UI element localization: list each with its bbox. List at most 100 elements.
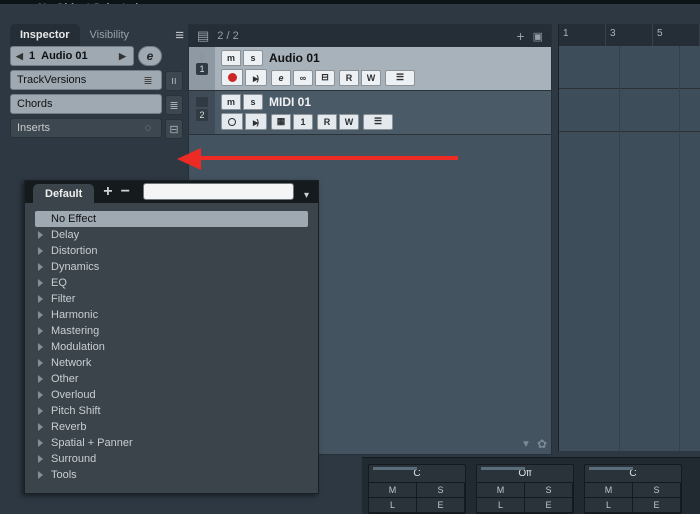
insert-effect-popup: Default + − ▾ No Effect DelayDistortionDy…	[24, 180, 319, 494]
plugin-category-label: Spatial + Panner	[51, 437, 133, 449]
inspector-menu-icon[interactable]: ≡	[171, 27, 188, 44]
list-view-icon[interactable]: ▤	[197, 28, 209, 44]
channel-pan[interactable]: Off	[477, 465, 573, 483]
channel-strip[interactable]: Off MS LE	[476, 464, 574, 514]
plugin-category-label: EQ	[51, 277, 67, 289]
track-name[interactable]: Audio 01	[269, 51, 320, 65]
mute-button[interactable]: M	[476, 482, 525, 498]
arrangement-area[interactable]	[558, 46, 700, 451]
gear-icon[interactable]: ✿	[537, 437, 547, 451]
section-track-versions[interactable]: TrackVersions ≣ ιı	[10, 70, 162, 90]
add-track-icon[interactable]: +	[516, 28, 524, 44]
track-row[interactable]: 2 m s MIDI 01 ▦ 1	[189, 91, 551, 135]
lane-toggle-button[interactable]: ☰	[385, 70, 415, 86]
ruler-mark: 3	[606, 24, 653, 46]
track-number-badge: 1	[196, 63, 207, 75]
read-automation-button[interactable]: R	[317, 114, 337, 130]
expand-triangle-icon	[38, 455, 43, 463]
listen-button[interactable]: L	[368, 497, 417, 513]
mute-button[interactable]: m	[221, 94, 241, 110]
plugin-category-item[interactable]: Harmonic	[35, 307, 308, 323]
edit-channel-button[interactable]: e	[271, 70, 291, 86]
solo-button[interactable]: s	[243, 94, 263, 110]
track-versions-sidebutton[interactable]: ιı	[165, 71, 183, 91]
track-number-badge: 2	[196, 109, 207, 121]
plugin-search-input[interactable]	[143, 183, 294, 200]
lane-grid-button[interactable]: ▦	[271, 114, 291, 130]
expand-triangle-icon	[38, 439, 43, 447]
chords-sidebutton[interactable]: ≣	[165, 95, 183, 115]
insert-bypass-button[interactable]: ∞	[293, 70, 313, 86]
track-row[interactable]: 1 m s Audio 01 e ∞	[189, 47, 551, 91]
tab-inspector[interactable]: Inspector	[10, 24, 80, 46]
channel-pan[interactable]: C	[369, 465, 465, 483]
lower-zone: C MS LE Off MS LE C MS LE	[362, 457, 700, 514]
plugin-category-item[interactable]: Dynamics	[35, 259, 308, 275]
plugin-category-item[interactable]: EQ	[35, 275, 308, 291]
edit-button[interactable]: E	[524, 497, 573, 513]
section-inserts[interactable]: Inserts ◌ ⊟	[10, 118, 162, 138]
plugin-category-item[interactable]: No Effect	[35, 211, 308, 227]
channel-pan[interactable]: C	[585, 465, 681, 483]
remove-preset-icon[interactable]: −	[118, 183, 133, 203]
plugin-category-item[interactable]: Tools	[35, 467, 308, 483]
monitor-button[interactable]	[245, 113, 267, 130]
write-automation-button[interactable]: W	[339, 114, 359, 130]
plugin-category-label: No Effect	[51, 213, 96, 225]
chevron-down-icon[interactable]: ▼	[521, 439, 531, 450]
read-automation-button[interactable]: R	[339, 70, 359, 86]
plugin-category-item[interactable]: Modulation	[35, 339, 308, 355]
edit-button[interactable]: E	[416, 497, 465, 513]
add-preset-icon[interactable]: +	[100, 183, 115, 203]
plugin-category-item[interactable]: Reverb	[35, 419, 308, 435]
plugin-category-item[interactable]: Delay	[35, 227, 308, 243]
plugin-category-item[interactable]: Network	[35, 355, 308, 371]
listen-button[interactable]: L	[476, 497, 525, 513]
plugin-category-item[interactable]: Mastering	[35, 323, 308, 339]
lane-number-button[interactable]: 1	[293, 114, 313, 130]
solo-button[interactable]: s	[243, 50, 263, 66]
inserts-bypass-icon[interactable]: ◌	[141, 121, 155, 135]
edit-button[interactable]: E	[632, 497, 681, 513]
mute-button[interactable]: M	[368, 482, 417, 498]
track-name-field[interactable]: ◀ 1 Audio 01 ▶	[10, 46, 134, 66]
plugin-category-item[interactable]: Overloud	[35, 387, 308, 403]
freeze-button[interactable]: ⊟	[315, 70, 335, 86]
channel-strip[interactable]: C MS LE	[368, 464, 466, 514]
chevron-right-icon[interactable]: ▶	[119, 51, 128, 62]
expand-triangle-icon	[38, 263, 43, 271]
expand-triangle-icon	[38, 471, 43, 479]
timeline-ruler[interactable]: 1 3 5	[558, 24, 700, 46]
solo-button[interactable]: S	[416, 482, 465, 498]
tab-visibility[interactable]: Visibility	[80, 24, 140, 46]
record-enable-button[interactable]	[221, 113, 243, 130]
section-chords[interactable]: Chords ≣	[10, 94, 162, 114]
inserts-sidebutton[interactable]: ⊟	[165, 119, 183, 139]
mute-button[interactable]: M	[584, 482, 633, 498]
solo-button[interactable]: S	[524, 482, 573, 498]
write-automation-button[interactable]: W	[361, 70, 381, 86]
plugin-category-item[interactable]: Spatial + Panner	[35, 435, 308, 451]
search-dropdown-icon[interactable]: ▾	[304, 190, 318, 203]
listen-button[interactable]: L	[584, 497, 633, 513]
plugin-category-item[interactable]: Distortion	[35, 243, 308, 259]
preset-tab-default[interactable]: Default	[33, 184, 94, 203]
track-handle[interactable]: 2	[189, 91, 215, 134]
plugin-category-item[interactable]: Filter	[35, 291, 308, 307]
channel-strip[interactable]: C MS LE	[584, 464, 682, 514]
filter-icon[interactable]: ▣	[533, 30, 543, 43]
plugin-category-item[interactable]: Other	[35, 371, 308, 387]
record-enable-button[interactable]	[221, 69, 243, 86]
plugin-category-item[interactable]: Pitch Shift	[35, 403, 308, 419]
solo-button[interactable]: S	[632, 482, 681, 498]
monitor-button[interactable]	[245, 69, 267, 86]
chevron-left-icon[interactable]: ◀	[16, 51, 25, 62]
edit-channel-button[interactable]: e	[138, 46, 162, 66]
track-handle[interactable]: 1	[189, 47, 215, 90]
lane-toggle-button[interactable]: ☰	[363, 114, 393, 130]
track-list-edge-tools: ▼ ✿	[521, 437, 547, 451]
popup-tabbar: Default + − ▾	[25, 181, 318, 203]
plugin-category-item[interactable]: Surround	[35, 451, 308, 467]
mute-button[interactable]: m	[221, 50, 241, 66]
track-name[interactable]: MIDI 01	[269, 95, 311, 109]
